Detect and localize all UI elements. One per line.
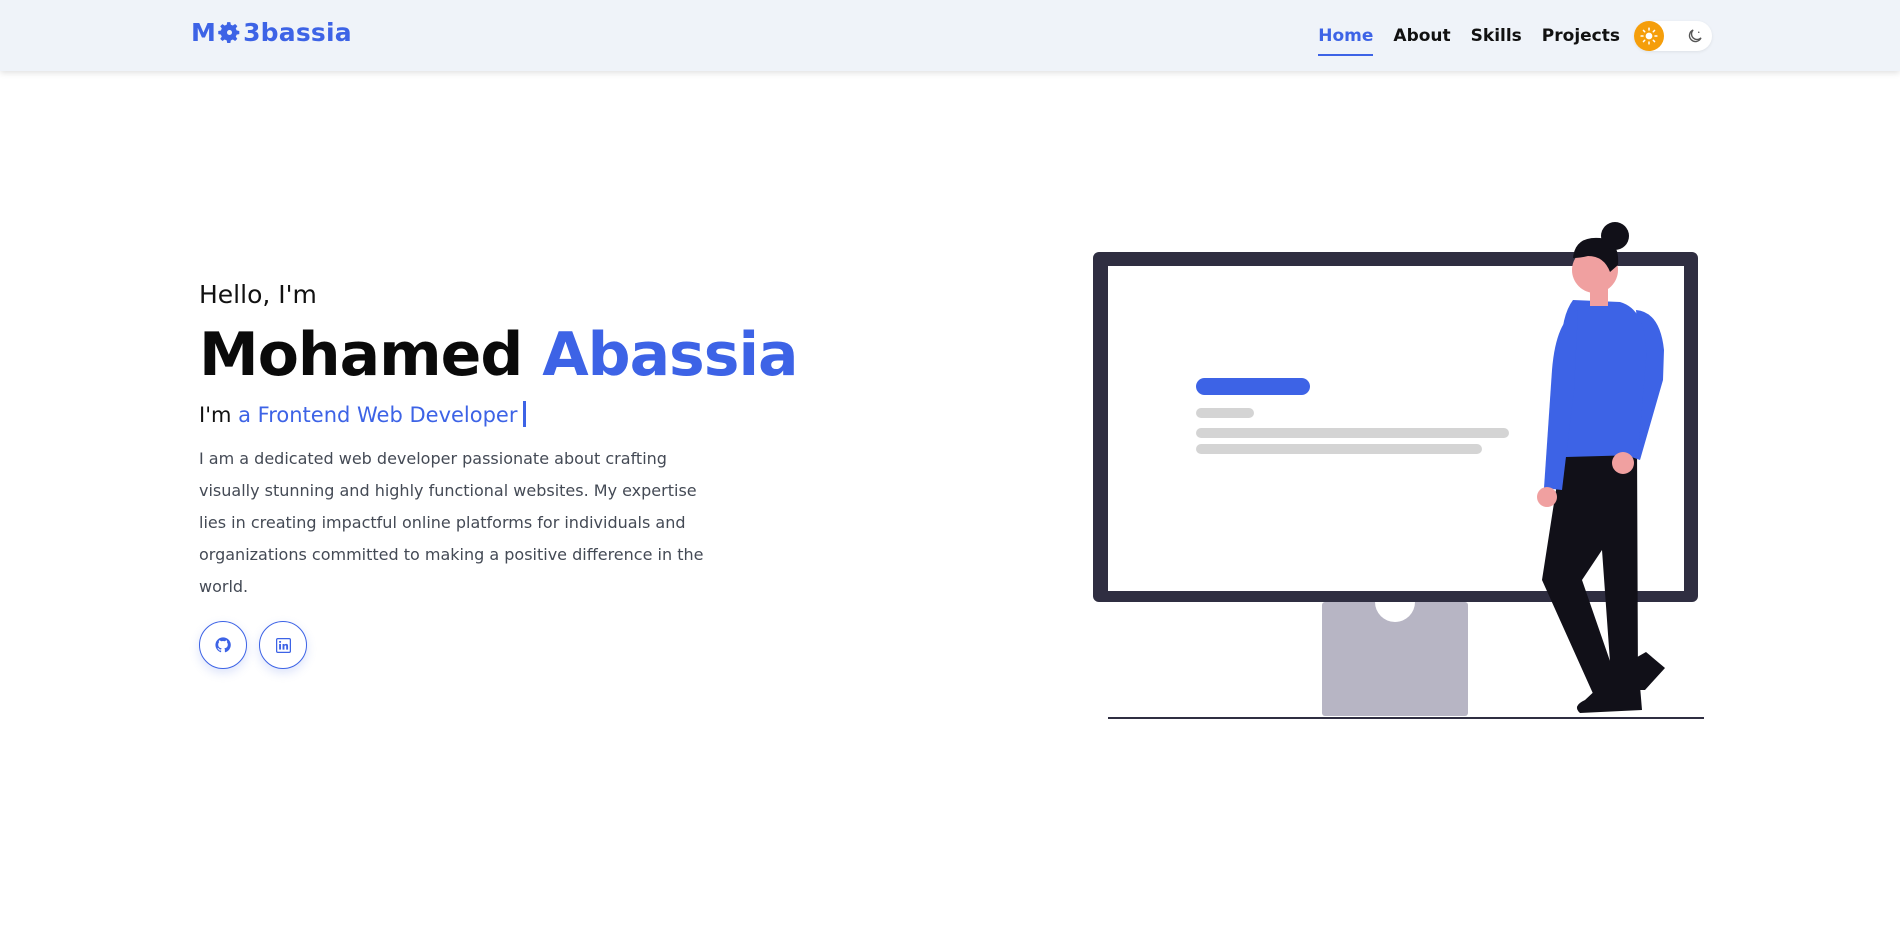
screen-text-line [1196, 408, 1254, 418]
linkedin-icon [275, 637, 291, 653]
screen-text-line [1196, 444, 1482, 454]
hero-bio: I am a dedicated web developer passionat… [199, 449, 704, 596]
screen-accent-bar [1196, 378, 1310, 395]
hero-greeting: Hello, I'm [199, 280, 317, 309]
logo-prefix: M [191, 18, 217, 47]
github-link[interactable] [199, 621, 247, 669]
social-links [199, 621, 799, 669]
theme-toggle[interactable] [1634, 20, 1712, 51]
hero-last-name: Abassia [542, 320, 798, 390]
sun-icon [1634, 20, 1664, 51]
screen-text-line [1196, 428, 1509, 438]
moon-icon [1688, 28, 1702, 42]
site-header: M 3bassia Home About Skills Projects [0, 0, 1900, 71]
hero-section: Hello, I'm Mohamed Abassia I'm a Fronten… [199, 280, 799, 669]
logo-suffix: 3bassia [243, 18, 352, 47]
logo[interactable]: M 3bassia [191, 18, 352, 47]
hero-role-prefix: I'm [199, 403, 232, 427]
nav-item-home[interactable]: Home [1318, 20, 1374, 56]
hero-first-name: Mohamed [199, 320, 523, 390]
nav-item-projects[interactable]: Projects [1542, 20, 1620, 52]
linkedin-link[interactable] [259, 621, 307, 669]
nav-item-about[interactable]: About [1393, 20, 1450, 52]
typing-caret [523, 401, 527, 427]
github-icon [215, 637, 231, 653]
main-nav: Home About Skills Projects [1318, 0, 1900, 71]
hero-illustration [1093, 222, 1704, 719]
hero-name: Mohamed Abassia [199, 319, 799, 391]
gear-icon [218, 22, 240, 44]
nav-item-skills[interactable]: Skills [1471, 20, 1522, 52]
hero-role-text: a Frontend Web Developer [238, 403, 518, 427]
hero-role: I'm a Frontend Web Developer [199, 401, 799, 427]
